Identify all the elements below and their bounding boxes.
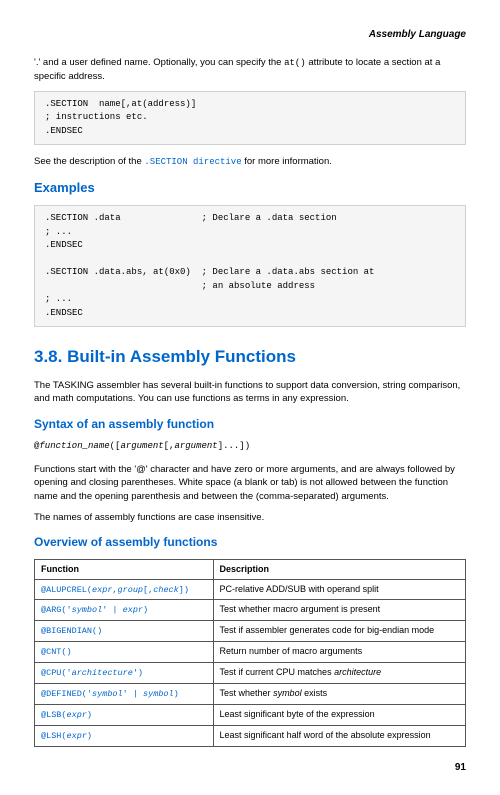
examples-heading: Examples	[34, 179, 466, 197]
table-row: @ARG('symbol' | expr) Test whether macro …	[35, 600, 466, 621]
intro-paragraph: '.' and a user defined name. Optionally,…	[34, 56, 466, 83]
overview-heading: Overview of assembly functions	[34, 534, 466, 551]
function-cell: @BIGENDIAN()	[35, 621, 214, 642]
see-prefix: See the description of the	[34, 156, 144, 167]
function-signature: @CNT()	[41, 647, 72, 657]
table-row: @CPU('architecture') Test if current CPU …	[35, 663, 466, 684]
description-cell: Least significant half word of the absol…	[213, 725, 465, 746]
table-row: @LSB(expr) Least significant byte of the …	[35, 704, 466, 725]
code-box-section-syntax: .SECTION name[,at(address)] ; instructio…	[34, 91, 466, 146]
see-description: See the description of the .SECTION dire…	[34, 155, 466, 169]
code-box-examples: .SECTION .data ; Declare a .data section…	[34, 205, 466, 327]
table-row: @BIGENDIAN() Test if assembler generates …	[35, 621, 466, 642]
see-suffix: for more information.	[242, 156, 332, 167]
function-signature: @LSB(expr)	[41, 710, 92, 720]
chapter-header: Assembly Language	[34, 28, 466, 42]
col-function: Function	[35, 559, 214, 579]
table-row: @ALUPCREL(expr,group[,check]) PC-relative…	[35, 579, 466, 600]
function-cell: @LSH(expr)	[35, 725, 214, 746]
col-description: Description	[213, 559, 465, 579]
syntax-para-1: Functions start with the '@' character a…	[34, 463, 466, 503]
section-intro-para: The TASKING assembler has several built-…	[34, 379, 466, 406]
syntax-template: @function_name([argument[,argument]...])	[34, 440, 466, 453]
page-number: 91	[34, 761, 466, 775]
description-cell: Return number of macro arguments	[213, 642, 465, 663]
function-cell: @ARG('symbol' | expr)	[35, 600, 214, 621]
syntax-para-2: The names of assembly functions are case…	[34, 511, 466, 524]
description-cell: PC-relative ADD/SUB with operand split	[213, 579, 465, 600]
syntax-mid: [,	[164, 441, 175, 451]
function-signature: @BIGENDIAN()	[41, 626, 102, 636]
function-signature: @DEFINED('symbol' | symbol)	[41, 689, 179, 699]
syntax-fn-name: function_name	[39, 441, 109, 451]
function-cell: @DEFINED('symbol' | symbol)	[35, 683, 214, 704]
table-row: @DEFINED('symbol' | symbol) Test whether …	[35, 683, 466, 704]
function-cell: @CNT()	[35, 642, 214, 663]
function-signature: @ALUPCREL(expr,group[,check])	[41, 585, 189, 595]
function-cell: @LSB(expr)	[35, 704, 214, 725]
description-cell: Test whether macro argument is present	[213, 600, 465, 621]
function-signature: @ARG('symbol' | expr)	[41, 605, 148, 615]
table-row: @CNT() Return number of macro arguments	[35, 642, 466, 663]
description-cell: Test if current CPU matches architecture	[213, 663, 465, 684]
syntax-arg2: argument	[174, 441, 217, 451]
table-header-row: Function Description	[35, 559, 466, 579]
section-3-8-heading: 3.8. Built-in Assembly Functions	[34, 345, 466, 369]
functions-table: Function Description @ALUPCREL(expr,grou…	[34, 559, 466, 747]
syntax-open: ([	[110, 441, 121, 451]
description-cell: Test if assembler generates code for big…	[213, 621, 465, 642]
function-cell: @ALUPCREL(expr,group[,check])	[35, 579, 214, 600]
function-signature: @CPU('architecture')	[41, 668, 143, 678]
description-cell: Test whether symbol exists	[213, 683, 465, 704]
syntax-heading: Syntax of an assembly function	[34, 416, 466, 433]
syntax-close: ]...])	[218, 441, 250, 451]
function-signature: @LSH(expr)	[41, 731, 92, 741]
intro-text-1: '.' and a user defined name. Optionally,…	[34, 57, 284, 68]
intro-code: at()	[284, 58, 306, 68]
syntax-arg1: argument	[120, 441, 163, 451]
function-cell: @CPU('architecture')	[35, 663, 214, 684]
table-row: @LSH(expr) Least significant half word of…	[35, 725, 466, 746]
description-cell: Least significant byte of the expression	[213, 704, 465, 725]
section-directive-link[interactable]: .SECTION directive	[144, 157, 241, 167]
